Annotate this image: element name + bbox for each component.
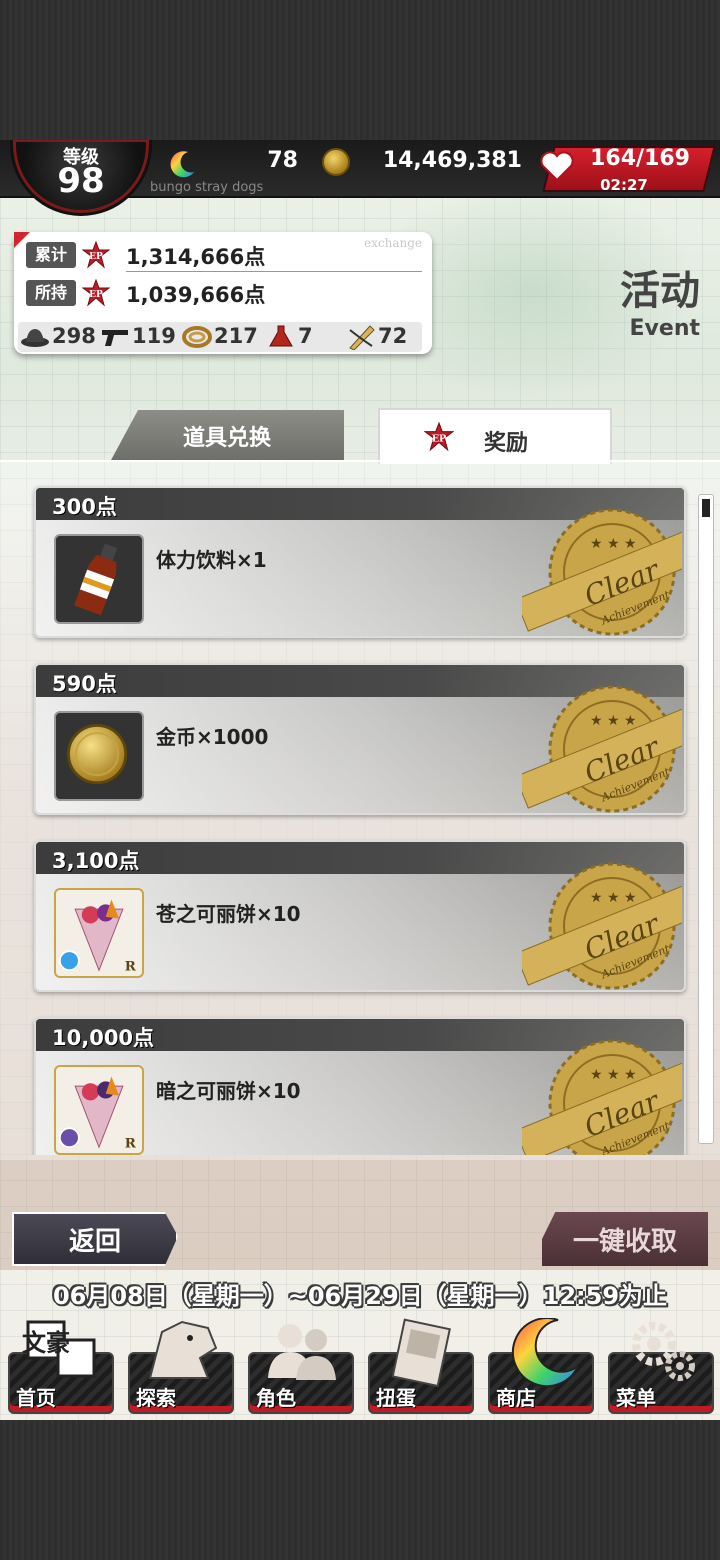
- crepe-blue-icon: R: [58, 899, 137, 974]
- reward-item[interactable]: 590点 金币×1000 ★ ★ ★ Clear Achievement: [34, 663, 686, 815]
- reward-icon-frame: R: [54, 888, 144, 978]
- reward-list[interactable]: 300点 体力饮料×1 ★ ★ ★ Clear Achievement 590点…: [0, 480, 720, 1155]
- hat-icon: [21, 329, 49, 347]
- page-subtitle: Event: [629, 316, 700, 341]
- svg-text:★ ★ ★: ★ ★ ★: [590, 536, 637, 552]
- nav-menu[interactable]: 菜单: [608, 1318, 714, 1414]
- nav-explore[interactable]: 探索: [128, 1318, 234, 1414]
- points-card: exchange 累计 EP 1,314,666点 所持 EP 1,039,66…: [14, 232, 432, 354]
- nav-menu-label: 菜单: [616, 1386, 656, 1410]
- reward-icon-frame: [54, 534, 144, 624]
- stamina-value: 78: [267, 148, 298, 173]
- tab-exchange-label: 道具兑换: [182, 426, 271, 451]
- collect-all-button[interactable]: 一键收取: [542, 1212, 708, 1266]
- total-label: 累计: [26, 242, 76, 268]
- characters-icon: [268, 1324, 336, 1380]
- svg-text:R: R: [125, 958, 137, 974]
- back-button-label: 返回: [68, 1226, 121, 1257]
- reward-name: 金币×1000: [156, 725, 269, 749]
- collect-all-label: 一键收取: [572, 1226, 677, 1257]
- game-stage: 等级 98 78 bungo stray dogs 14,469,381 164…: [0, 140, 720, 1420]
- explore-beast-icon: [148, 1320, 218, 1379]
- crescent-moon-icon: [170, 151, 194, 178]
- rope-icon: [182, 326, 212, 348]
- heart-icon: [540, 151, 574, 182]
- ep-icon: EP: [424, 422, 454, 452]
- crepe-dark-icon: R: [58, 1076, 137, 1151]
- reward-threshold: 300点: [52, 495, 117, 519]
- nav-shop-label: 商店: [496, 1386, 536, 1410]
- reward-threshold: 590点: [52, 672, 117, 696]
- svg-text:R: R: [125, 1135, 137, 1151]
- svg-text:★ ★ ★: ★ ★ ★: [590, 890, 637, 906]
- coin-value: 14,469,381: [382, 148, 522, 173]
- svg-text:★ ★ ★: ★ ★ ★: [590, 713, 637, 729]
- bottom-nav: 文豪 首页 探索 角色 扭蛋 商店 菜单: [0, 1316, 720, 1420]
- tab-rewards[interactable]: EP 奖励: [378, 408, 612, 464]
- scrollbar[interactable]: [698, 494, 714, 1144]
- gacha-book-icon: [391, 1318, 451, 1388]
- reward-icon-frame: [54, 711, 144, 801]
- letterbox-top: [0, 0, 720, 140]
- svg-text:EP: EP: [432, 433, 447, 444]
- event-period: 06月08日（星期一）~06月29日（星期一）12:59为止: [52, 1282, 668, 1310]
- svg-text:★ ★ ★: ★ ★ ★: [590, 1067, 637, 1083]
- clear-stamp-icon: ★ ★ ★ Clear Achievement: [522, 685, 682, 813]
- gold-coin-icon: [66, 723, 128, 785]
- tab-item-exchange[interactable]: 道具兑换: [110, 410, 344, 462]
- home-logo-icon: 文豪: [22, 1320, 96, 1378]
- reward-threshold: 3,100点: [52, 849, 140, 873]
- reward-name: 苍之可丽饼×10: [156, 902, 301, 926]
- page-title: 活动: [620, 268, 700, 314]
- menu-gears-icon: [632, 1322, 695, 1381]
- level-value: 98: [57, 161, 105, 201]
- clear-stamp-icon: ★ ★ ★ Clear Achievement: [522, 862, 682, 990]
- svg-text:文豪: 文豪: [22, 1329, 70, 1357]
- reward-item[interactable]: 300点 体力饮料×1 ★ ★ ★ Clear Achievement: [34, 486, 686, 638]
- pistol-icon: [102, 330, 128, 346]
- scrollbar-thumb[interactable]: [702, 499, 710, 517]
- ep-icon: EP: [82, 241, 110, 269]
- nav-shop[interactable]: 商店: [488, 1318, 594, 1414]
- materials-row: 298 119 217 7 72: [18, 322, 422, 352]
- total-points-row: 累计 EP 1,314,666点: [26, 240, 422, 272]
- hp-timer: 02:27: [600, 176, 648, 194]
- nav-characters-label: 角色: [256, 1386, 296, 1410]
- hp-value: 164/169: [590, 146, 690, 171]
- coin-icon: [322, 148, 350, 176]
- total-points-value: 1,314,666点: [126, 245, 266, 269]
- nav-home[interactable]: 文豪 首页: [8, 1318, 114, 1414]
- owned-label: 所持: [26, 280, 76, 306]
- nav-gacha[interactable]: 扭蛋: [368, 1318, 474, 1414]
- letterbox-bottom: [0, 1420, 720, 1560]
- reward-threshold: 10,000点: [52, 1026, 155, 1050]
- divider: [126, 271, 422, 272]
- reward-item[interactable]: 3,100点 R 苍之可丽饼×10 ★ ★ ★ Clear Achievemen…: [34, 840, 686, 992]
- reward-icon-frame: R: [54, 1065, 144, 1155]
- owned-points-row: 所持 EP 1,039,666点: [26, 278, 422, 308]
- reward-item[interactable]: 10,000点 R 暗之可丽饼×10 ★ ★ ★ Clear Achieveme…: [34, 1017, 686, 1155]
- nav-explore-label: 探索: [136, 1386, 176, 1410]
- owned-points-value: 1,039,666点: [126, 283, 266, 307]
- reward-name: 暗之可丽饼×10: [156, 1079, 301, 1103]
- clear-stamp-icon: ★ ★ ★ Clear Achievement: [522, 508, 682, 636]
- back-button[interactable]: 返回: [12, 1212, 178, 1266]
- pen-icon: [349, 325, 375, 350]
- nav-gacha-label: 扭蛋: [376, 1386, 416, 1410]
- potion-icon: [269, 325, 293, 347]
- drink-bottle-icon: [74, 543, 118, 616]
- shop-moon-icon: [512, 1318, 579, 1388]
- ep-icon: EP: [82, 279, 110, 307]
- svg-text:EP: EP: [89, 290, 103, 300]
- game-subtitle: bungo stray dogs: [150, 180, 264, 195]
- tab-rewards-label: 奖励: [484, 431, 529, 456]
- reward-name: 体力饮料×1: [156, 548, 267, 572]
- clear-stamp-icon: ★ ★ ★ Clear Achievement: [522, 1039, 682, 1155]
- svg-text:EP: EP: [89, 252, 103, 262]
- nav-home-label: 首页: [16, 1386, 56, 1410]
- nav-characters[interactable]: 角色: [248, 1318, 354, 1414]
